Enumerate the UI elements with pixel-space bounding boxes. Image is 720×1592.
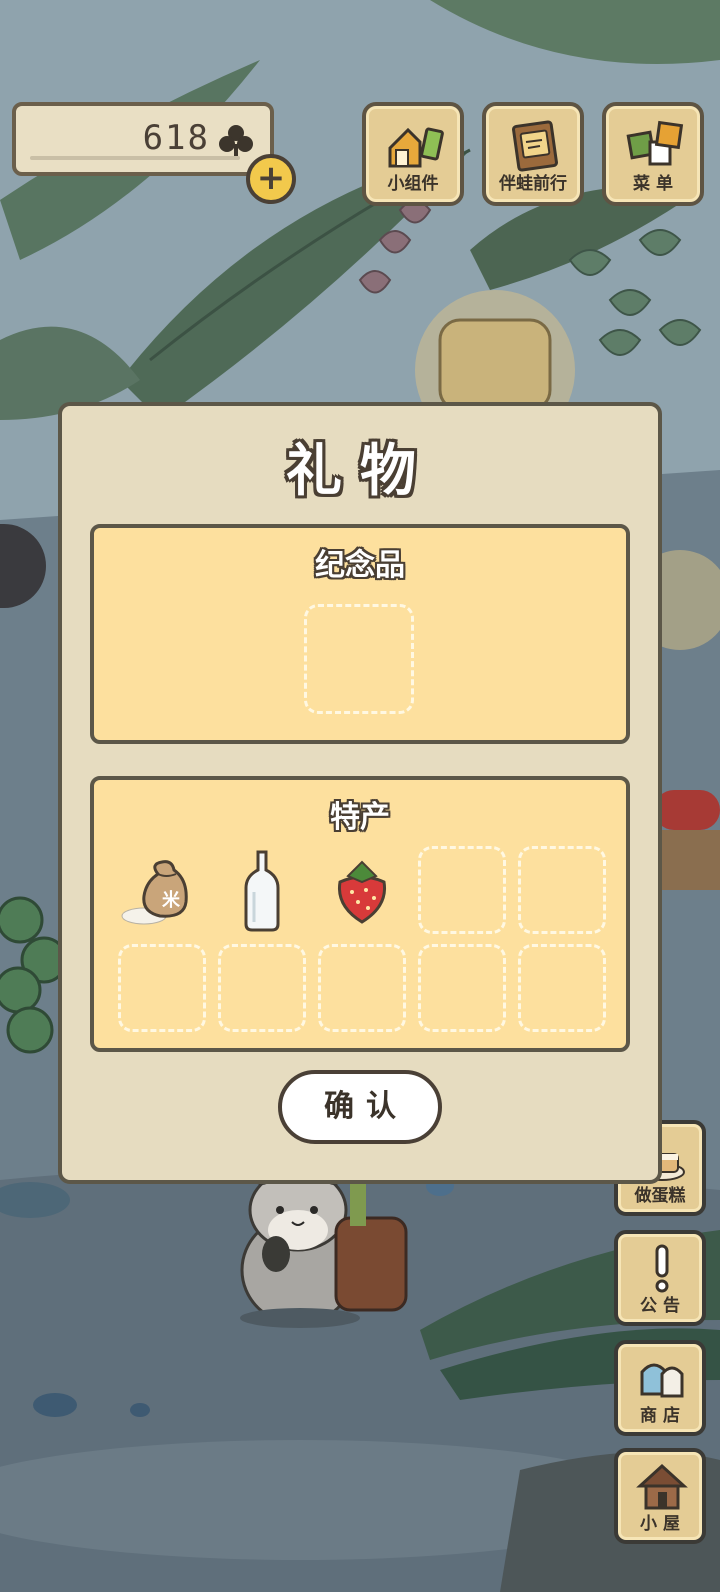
specialty-slot-bottle[interactable] bbox=[218, 846, 306, 934]
widget-button[interactable]: 小组件 bbox=[362, 102, 464, 206]
clover-counter: 618 bbox=[12, 102, 274, 176]
journal-icon bbox=[512, 120, 558, 172]
gift-dialog: 礼物 纪念品 特产 米 确认 bbox=[58, 402, 662, 1184]
house-label: 小 屋 bbox=[640, 1514, 680, 1534]
specialty-title: 特产 bbox=[330, 800, 390, 835]
widget-icon bbox=[388, 127, 444, 168]
journal-button[interactable]: 伴蛙前行 bbox=[482, 102, 584, 206]
announcement-label: 公 告 bbox=[640, 1296, 680, 1316]
house-icon bbox=[636, 1463, 688, 1510]
specialty-slot-strawberry[interactable] bbox=[318, 846, 406, 934]
glass-bottle-icon bbox=[244, 850, 280, 932]
strawberry-icon bbox=[337, 860, 387, 924]
house-button[interactable]: 小 屋 bbox=[614, 1448, 706, 1544]
specialty-slot-empty[interactable] bbox=[418, 944, 506, 1032]
specialty-slot-empty[interactable] bbox=[118, 944, 206, 1032]
shop-bags-icon bbox=[640, 1363, 684, 1398]
exclamation-icon bbox=[655, 1244, 669, 1293]
specialty-slot-empty[interactable] bbox=[318, 944, 406, 1032]
specialty-slot-empty[interactable] bbox=[518, 846, 606, 934]
journal-label: 伴蛙前行 bbox=[499, 174, 567, 194]
clover-count: 618 bbox=[142, 118, 210, 158]
menu-cards-icon bbox=[626, 120, 684, 166]
specialty-slot-empty[interactable] bbox=[518, 944, 606, 1032]
menu-label: 菜 单 bbox=[633, 174, 673, 194]
rice-sack-label: 米 bbox=[162, 890, 180, 911]
specialty-slot-rice[interactable]: 米 bbox=[118, 846, 206, 934]
shop-button[interactable]: 商 店 bbox=[614, 1340, 706, 1436]
announcement-button[interactable]: 公 告 bbox=[614, 1230, 706, 1326]
dialog-title: 礼物 bbox=[286, 439, 434, 504]
specialty-panel: 特产 米 bbox=[90, 776, 630, 1052]
clover-bar-line bbox=[30, 156, 240, 160]
souvenir-panel: 纪念品 bbox=[90, 524, 630, 744]
specialty-slot-empty[interactable] bbox=[418, 846, 506, 934]
add-clover-button[interactable]: + bbox=[246, 154, 296, 204]
widget-label: 小组件 bbox=[387, 174, 439, 194]
make-cake-label: 做蛋糕 bbox=[634, 1186, 686, 1206]
souvenir-slot-empty[interactable] bbox=[304, 604, 414, 714]
confirm-button[interactable]: 确认 bbox=[278, 1070, 442, 1144]
souvenir-title: 纪念品 bbox=[315, 548, 405, 583]
plus-icon: + bbox=[256, 158, 286, 198]
shop-label: 商 店 bbox=[640, 1406, 680, 1426]
specialty-slot-empty[interactable] bbox=[218, 944, 306, 1032]
menu-button[interactable]: 菜 单 bbox=[602, 102, 704, 206]
